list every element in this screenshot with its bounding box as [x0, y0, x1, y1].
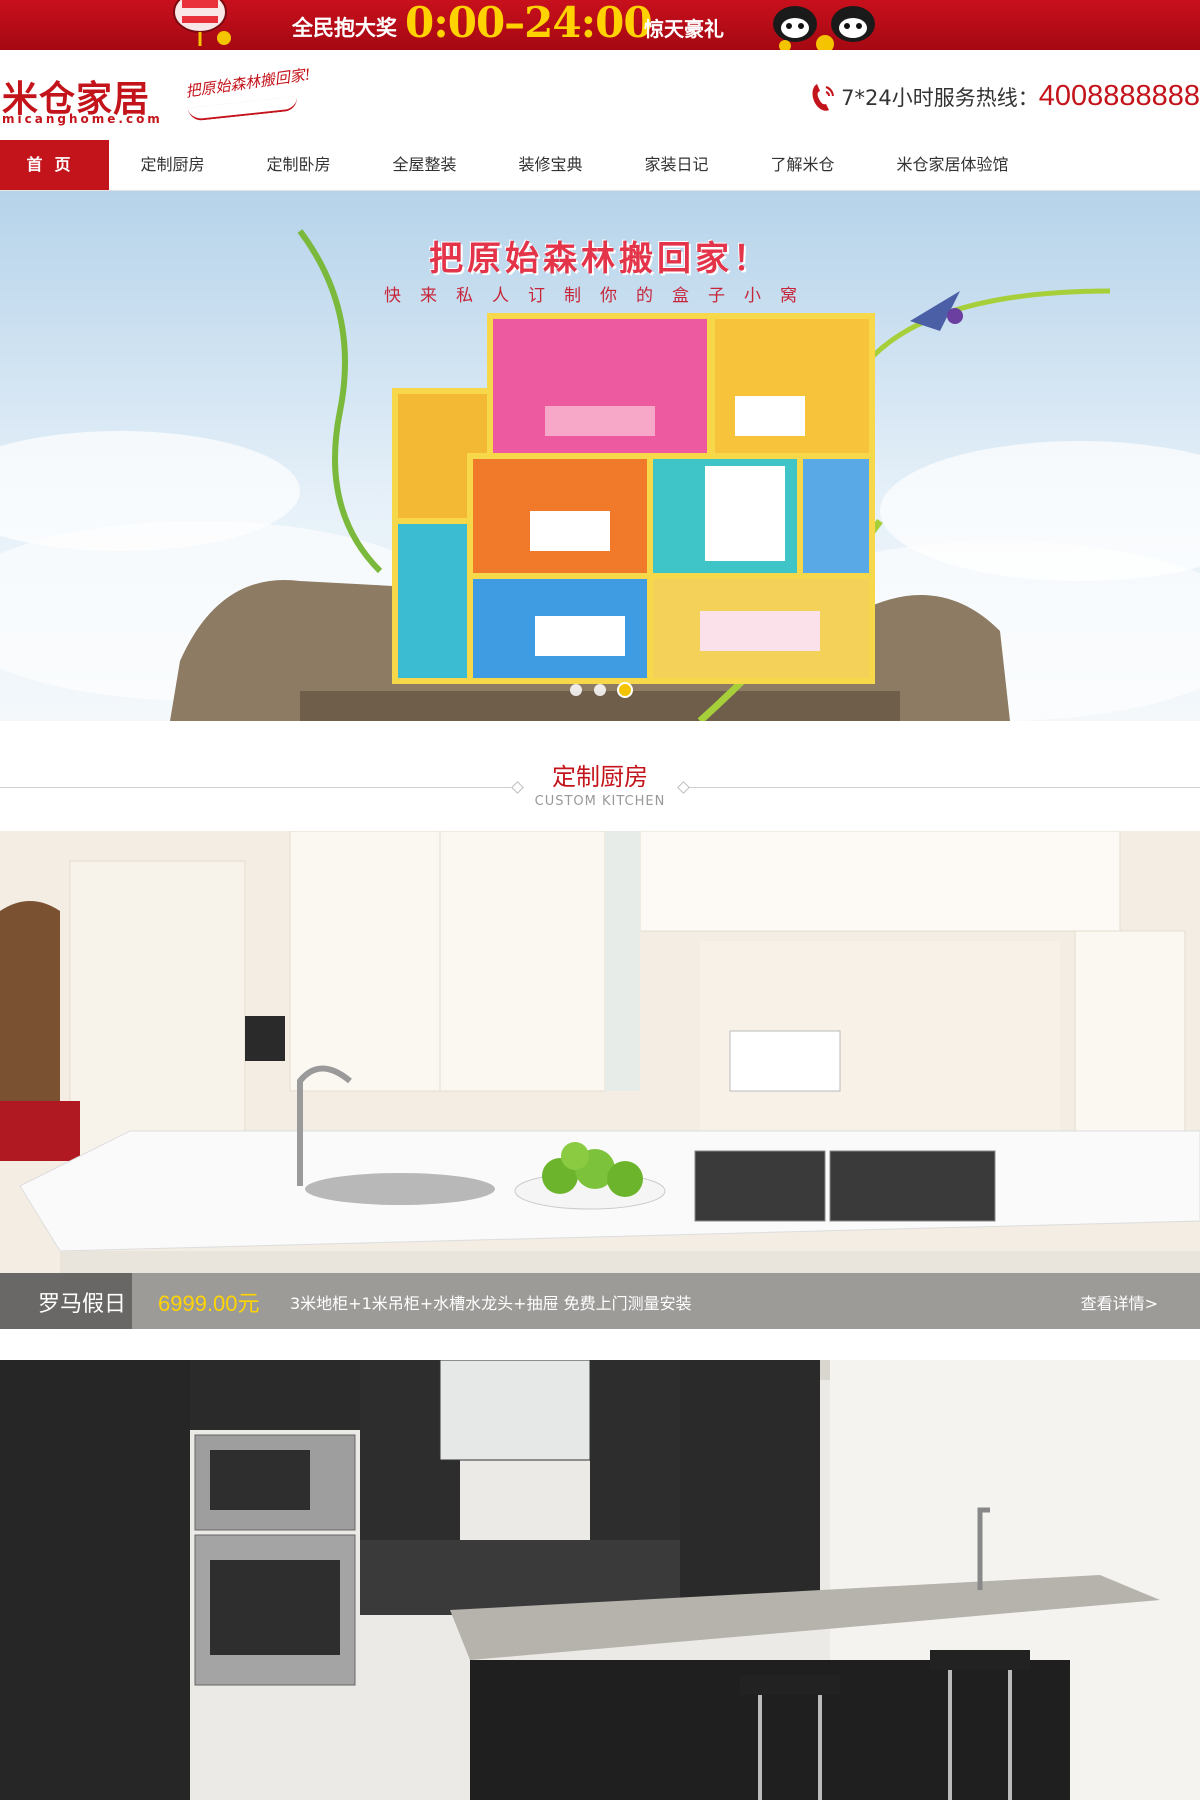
- section-subtitle: CUSTOM KITCHEN: [534, 794, 666, 809]
- lantern-icon: [173, 0, 231, 46]
- slogan-underline: [187, 96, 299, 122]
- product-name[interactable]: 罗马假日: [38, 1286, 126, 1318]
- product-photo-dark-kitchen: [0, 1360, 1200, 1800]
- product-price: 6999.00元: [158, 1291, 260, 1316]
- nav-item-custom-bedroom[interactable]: 定制卧房: [246, 140, 351, 190]
- promo-banner[interactable]: 全民抱大奖 0:00–24:00 惊天豪礼: [0, 0, 1200, 50]
- tmall-cat-mascot-icon: [773, 6, 875, 50]
- nav-item-home-diary[interactable]: 家装日记: [624, 140, 729, 190]
- promo-time: 0:00–24:00: [405, 0, 653, 47]
- section-title: 定制厨房: [552, 763, 648, 791]
- promo-text-left: 全民抱大奖: [292, 16, 397, 40]
- hero-subtitle: 快来私人订制你的盒子小窝: [384, 286, 816, 306]
- hotline-label: 7*24小时服务热线：: [841, 85, 1039, 110]
- product-card-dark-kitchen[interactable]: [0, 1360, 1200, 1800]
- nav-item-home[interactable]: 首页: [0, 140, 109, 190]
- nav-item-about[interactable]: 了解米仓: [750, 140, 855, 190]
- product-photo-white-kitchen: [0, 831, 1200, 1329]
- view-details-link[interactable]: 查看详情>: [1081, 1290, 1158, 1314]
- slider-dot-3-active[interactable]: [619, 684, 631, 696]
- main-nav: 首页 定制厨房 定制卧房 全屋整装 装修宝典 家装日记 了解米仓 米仓家居体验馆: [0, 140, 1200, 191]
- section-heading-custom-kitchen: 定制厨房 CUSTOM KITCHEN: [0, 721, 1200, 831]
- product-caption: 罗马假日 6999.00元 3米地柜+1米吊柜+水槽水龙头+抽屉 免费上门测量安…: [0, 1273, 1200, 1329]
- nav-item-showroom[interactable]: 米仓家居体验馆: [880, 140, 1025, 190]
- hero-title: 把原始森林搬回家！: [429, 239, 771, 279]
- product-card-roman-holiday[interactable]: 罗马假日 6999.00元 3米地柜+1米吊柜+水槽水龙头+抽屉 免费上门测量安…: [0, 831, 1200, 1329]
- slider-dot-1[interactable]: [570, 684, 582, 696]
- hotline-number[interactable]: 4008888888: [1039, 80, 1200, 113]
- hero-slider[interactable]: 把原始森林搬回家！ 快来私人订制你的盒子小窝: [0, 191, 1200, 721]
- nav-item-whole-house[interactable]: 全屋整装: [372, 140, 477, 190]
- logo-domain[interactable]: micanghome.com: [2, 112, 163, 126]
- nav-item-custom-kitchen[interactable]: 定制厨房: [120, 140, 225, 190]
- phone-icon: [812, 83, 835, 111]
- slider-dot-2[interactable]: [594, 684, 606, 696]
- promo-text-right: 惊天豪礼: [644, 17, 724, 41]
- site-header: 米仓家居 micanghome.com 把原始森林搬回家! 7*24小时服务热线…: [0, 50, 1200, 140]
- product-description: 3米地柜+1米吊柜+水槽水龙头+抽屉 免费上门测量安装: [290, 1294, 692, 1313]
- nav-item-decoration-guide[interactable]: 装修宝典: [498, 140, 603, 190]
- hotline: 7*24小时服务热线： 4008888888: [809, 80, 1200, 113]
